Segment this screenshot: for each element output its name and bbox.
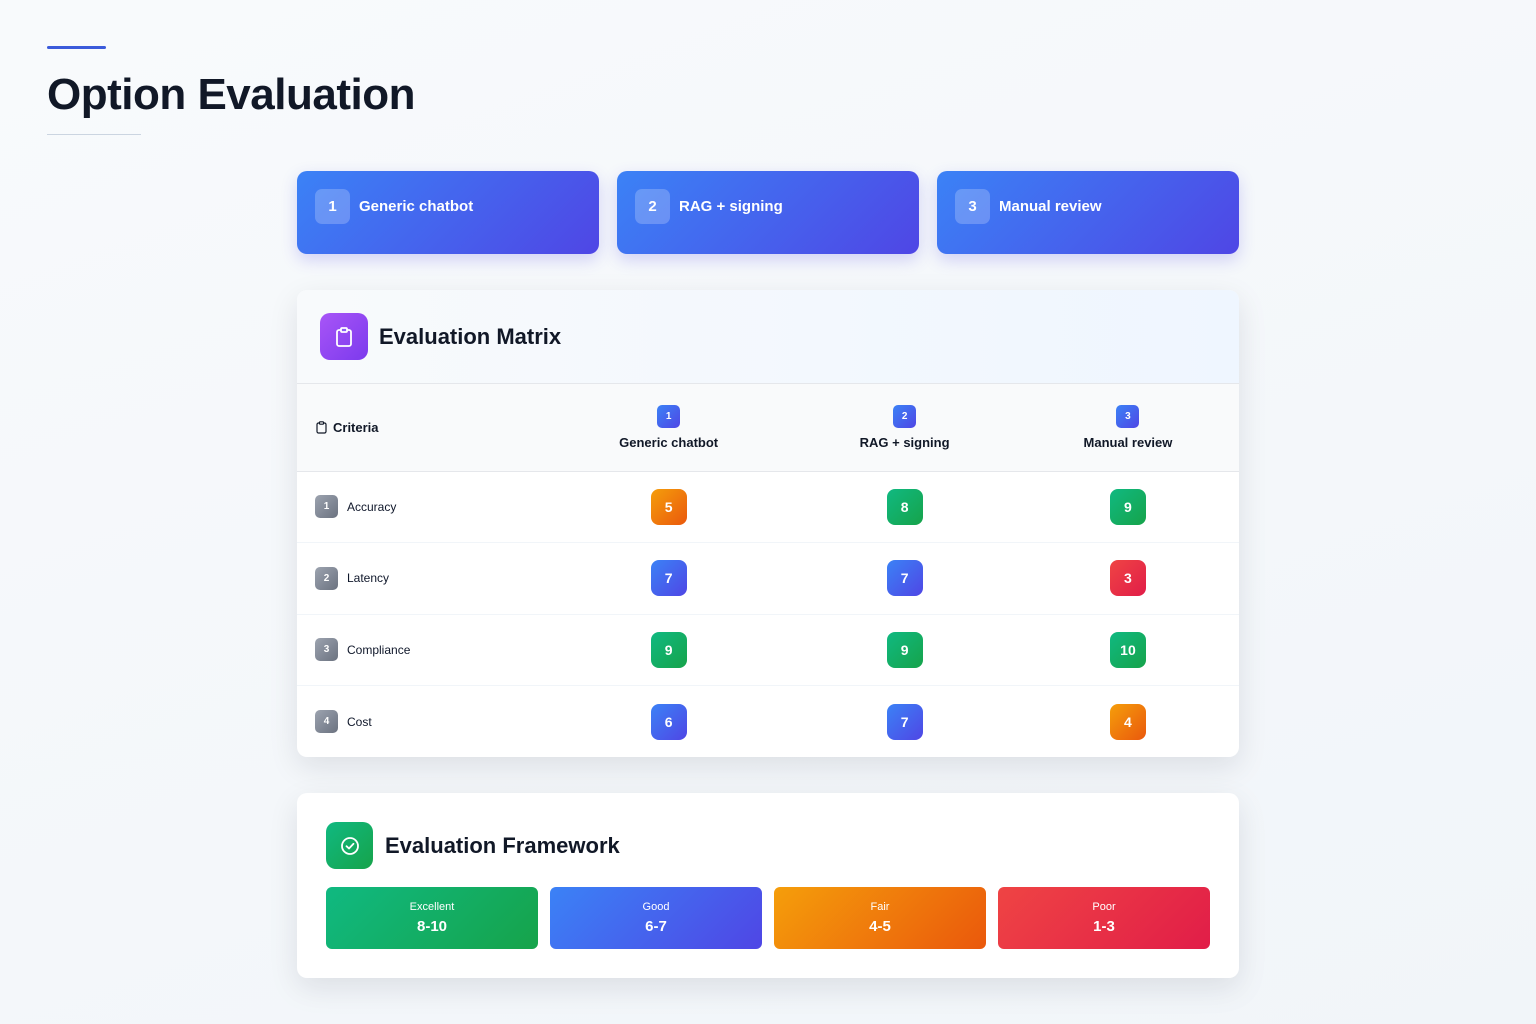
score-badge: 9	[886, 631, 923, 668]
score-badge: 9	[1109, 488, 1146, 525]
criteria-number: 4	[315, 710, 338, 733]
legend-poor: Poor 1-3	[998, 887, 1210, 949]
option-label: Manual review	[999, 198, 1102, 215]
score-badge: 9	[650, 631, 687, 668]
option-label: Generic chatbot	[359, 198, 474, 215]
matrix-header: Evaluation Matrix	[297, 290, 1239, 384]
evaluation-framework-card: Evaluation Framework Excellent 8-10 Good…	[297, 793, 1239, 978]
option-card-2[interactable]: 2 RAG + signing	[617, 171, 919, 254]
option-number-badge: 2	[893, 404, 917, 428]
table-row: 4 Cost 6 7 4	[297, 686, 1239, 758]
legend-level-range: 1-3	[1093, 918, 1115, 935]
option-card-1[interactable]: 1 Generic chatbot	[297, 171, 599, 254]
criteria-name: Latency	[347, 571, 390, 586]
framework-header: Evaluation Framework	[326, 822, 1210, 869]
column-header-label: Manual review	[1083, 434, 1173, 450]
page-title: Option Evaluation	[47, 70, 415, 119]
title-divider	[47, 134, 141, 135]
table-header-row: Criteria 1 Generic chatbot 2 RAG + signi…	[297, 384, 1239, 471]
legend-level-name: Poor	[1092, 901, 1116, 913]
score-badge: 6	[650, 703, 687, 740]
evaluation-matrix-card: Evaluation Matrix Criteria 1 Generic cha…	[297, 290, 1239, 757]
criteria-name: Compliance	[347, 642, 411, 657]
score-badge: 7	[886, 560, 923, 597]
option-number: 1	[315, 189, 350, 224]
legend-level-name: Good	[642, 901, 670, 913]
option-label: RAG + signing	[679, 198, 783, 215]
legend-fair: Fair 4-5	[774, 887, 986, 949]
criteria-label: Criteria	[333, 419, 379, 435]
score-badge: 10	[1109, 631, 1146, 668]
column-header-option-3: 3 Manual review	[1017, 384, 1239, 471]
legend-level-name: Fair	[870, 901, 890, 913]
table-row: 3 Compliance 9 9 10	[297, 614, 1239, 686]
option-cards: 1 Generic chatbot 2 RAG + signing 3 Manu…	[297, 171, 1239, 254]
legend-level-name: Excellent	[409, 901, 455, 913]
score-badge: 8	[886, 488, 923, 525]
score-badge: 7	[650, 560, 687, 597]
option-card-3[interactable]: 3 Manual review	[937, 171, 1239, 254]
criteria-number: 2	[315, 566, 338, 590]
criteria-name: Cost	[347, 714, 372, 729]
column-header-label: RAG + signing	[859, 434, 950, 450]
score-badge: 5	[650, 488, 687, 525]
title-accent-bar	[47, 46, 106, 49]
score-badge: 7	[886, 703, 923, 740]
legend-level-range: 8-10	[416, 918, 448, 935]
criteria-name: Accuracy	[347, 499, 397, 514]
matrix-title: Evaluation Matrix	[379, 323, 562, 349]
score-legend: Excellent 8-10 Good 6-7 Fair 4-5 Poor 1-…	[326, 887, 1210, 949]
table-row: 2 Latency 7 7 3	[297, 543, 1239, 614]
column-header-option-1: 1 Generic chatbot	[545, 384, 792, 471]
criteria-column-header: Criteria	[297, 384, 545, 471]
criteria-number: 3	[315, 638, 338, 662]
column-header-option-2: 2 RAG + signing	[792, 384, 1017, 471]
score-badge: 3	[1109, 560, 1146, 597]
clipboard-icon	[320, 313, 368, 360]
legend-excellent: Excellent 8-10	[326, 887, 538, 949]
option-number-badge: 1	[657, 404, 681, 428]
framework-title: Evaluation Framework	[385, 832, 620, 858]
table-row: 1 Accuracy 5 8 9	[297, 471, 1239, 543]
legend-level-range: 6-7	[645, 918, 667, 935]
option-number-badge: 3	[1116, 404, 1140, 428]
clipboard-icon	[316, 420, 327, 434]
criteria-number: 1	[315, 495, 338, 519]
column-header-label: Generic chatbot	[619, 434, 719, 450]
score-badge: 4	[1109, 703, 1146, 740]
legend-good: Good 6-7	[550, 887, 762, 949]
option-number: 3	[955, 189, 990, 224]
option-number: 2	[635, 189, 670, 224]
legend-level-range: 4-5	[869, 918, 891, 935]
evaluation-table: Criteria 1 Generic chatbot 2 RAG + signi…	[297, 384, 1239, 757]
check-circle-icon	[326, 822, 373, 869]
